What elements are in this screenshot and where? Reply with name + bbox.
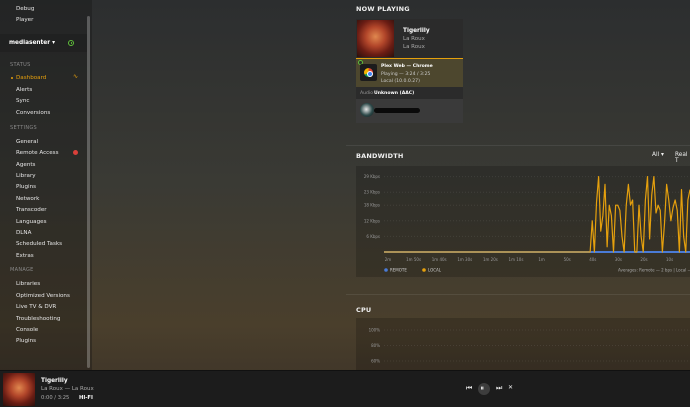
sidebar-item-player[interactable]: Player xyxy=(16,17,33,23)
sidebar-item-alerts[interactable]: Alerts xyxy=(16,87,32,93)
status-heading: STATUS xyxy=(10,62,31,68)
x-tick-label: 50s xyxy=(564,257,571,262)
cpu-divider xyxy=(346,294,690,295)
x-tick-label: 1m 20s xyxy=(483,257,498,262)
now-playing-heading: NOW PLAYING xyxy=(356,5,410,13)
audio-value: Unknown (AAC) xyxy=(374,90,415,96)
sidebar-item-dlna[interactable]: DLNA xyxy=(16,230,31,236)
sidebar-scrollbar[interactable] xyxy=(87,16,90,368)
sidebar-item-sync[interactable]: Sync xyxy=(16,98,29,104)
legend-marker-remote xyxy=(384,268,388,272)
x-tick-label: 1m 30s xyxy=(457,257,472,262)
x-tick-label: 1m 40s xyxy=(432,257,447,262)
x-tick-label: 1m 10s xyxy=(509,257,524,262)
now-playing-user xyxy=(356,99,463,123)
player-quality-badge: HI-FI xyxy=(79,395,93,401)
y-tick-label: 18 Kbps xyxy=(364,203,380,208)
bandwidth-filter-realtime[interactable]: Real T xyxy=(675,152,690,164)
x-tick-label: 40s xyxy=(589,257,596,262)
chrome-icon xyxy=(360,64,377,81)
cpu-heading: CPU xyxy=(356,306,372,314)
cpu-y-tick-label: 100% xyxy=(369,328,381,333)
sidebar-item-troubleshooting[interactable]: Troubleshooting xyxy=(16,316,60,322)
sidebar-item-debug[interactable]: Debug xyxy=(16,6,34,12)
sidebar-item-live-tv-dvr[interactable]: Live TV & DVR xyxy=(16,304,56,310)
now-playing-card[interactable]: Tigerlily La Roux La Roux Plex Web — Chr… xyxy=(356,19,463,123)
sidebar-item-optimized-versions[interactable]: Optimized Versions xyxy=(16,293,70,299)
legend-label-remote: REMOTE xyxy=(390,268,407,273)
player-bar: Tigerlily La Roux — La Roux 0:00 / 3:25 … xyxy=(0,370,690,407)
now-playing-album: La Roux xyxy=(403,44,425,50)
cpu-chart: 100% 80% 60% xyxy=(369,328,690,364)
bandwidth-heading: BANDWIDTH xyxy=(356,152,404,160)
sidebar: Debug Player mediasenter ▾ STATUS Dashbo… xyxy=(0,0,92,370)
sidebar-item-library[interactable]: Library xyxy=(16,173,36,179)
now-playing-artist: La Roux xyxy=(403,36,425,42)
redacted-username xyxy=(374,108,420,113)
sidebar-item-scheduled-tasks[interactable]: Scheduled Tasks xyxy=(16,241,62,247)
activity-icon: ∿ xyxy=(73,73,79,80)
x-tick-label: 2m xyxy=(385,257,392,262)
legend-marker-local xyxy=(422,268,426,272)
manage-heading: MANAGE xyxy=(10,267,34,273)
now-playing-media: Tigerlily La Roux La Roux xyxy=(356,19,463,58)
y-tick-label: 29 Kbps xyxy=(364,174,380,179)
y-tick-label: 12 Kbps xyxy=(364,218,380,223)
sidebar-item-conversions[interactable]: Conversions xyxy=(16,110,50,116)
sidebar-item-languages[interactable]: Languages xyxy=(16,219,47,225)
player-time: 0:00 / 3:25 xyxy=(41,395,70,401)
sidebar-item-extras[interactable]: Extras xyxy=(16,253,34,259)
sidebar-item-dashboard[interactable]: Dashboard xyxy=(11,75,46,81)
server-name: mediasenter ▾ xyxy=(9,40,56,46)
player-album-art[interactable] xyxy=(3,373,35,406)
audio-label: Audio xyxy=(360,90,374,96)
cpu-y-tick-label: 60% xyxy=(371,359,380,364)
pause-button[interactable]: ⏸ xyxy=(478,383,490,395)
cpu-chart-panel: 100% 80% 60% xyxy=(356,318,690,370)
sidebar-item-agents[interactable]: Agents xyxy=(16,162,35,168)
avatar xyxy=(360,103,374,117)
warning-icon xyxy=(73,150,78,155)
cpu-y-tick-label: 80% xyxy=(371,343,380,348)
sidebar-item-plugins[interactable]: Plugins xyxy=(16,184,36,190)
y-tick-label: 6 Kbps xyxy=(366,234,380,239)
settings-heading: SETTINGS xyxy=(10,125,38,131)
sidebar-item-transcoder[interactable]: Transcoder xyxy=(16,207,47,213)
bandwidth-chart-panel: 29 Kbps 23 Kbps 18 Kbps 12 Kbps 6 Kbps 2m 1m 5… xyxy=(356,166,690,277)
sidebar-item-console[interactable]: Console xyxy=(16,327,38,333)
next-icon[interactable]: ⏭ xyxy=(496,384,502,392)
sidebar-item-network[interactable]: Network xyxy=(16,196,39,202)
x-tick-label: 30s xyxy=(615,257,622,262)
bandwidth-filter-all[interactable]: All ▾ xyxy=(652,152,664,158)
series-line-local xyxy=(384,176,690,253)
sidebar-item-remote-access[interactable]: Remote Access xyxy=(16,150,59,156)
player-name: Plex Web — Chrome xyxy=(381,64,433,69)
bandwidth-chart: 29 Kbps 23 Kbps 18 Kbps 12 Kbps 6 Kbps 2m 1m 5… xyxy=(364,174,690,273)
x-tick-label: 1m 50s xyxy=(406,257,421,262)
legend-label-local: LOCAL xyxy=(428,268,442,273)
sidebar-item-manage-plugins[interactable]: Plugins xyxy=(16,338,36,344)
chart-summary: Averages: Remote — 2 bps | Local — 8 xyxy=(618,268,690,273)
previous-icon[interactable]: ⏮ xyxy=(466,384,472,392)
now-playing-player-info: Plex Web — Chrome Playing — 3:24 / 3:25 … xyxy=(356,58,463,87)
x-tick-label: 10s xyxy=(666,257,673,262)
player-track-title[interactable]: Tigerlily xyxy=(41,378,68,384)
x-tick-label: 20s xyxy=(640,257,647,262)
active-indicator-icon xyxy=(11,76,13,79)
now-playing-audio: Audio Unknown (AAC) xyxy=(356,87,463,99)
pause-icon: ⏸ xyxy=(480,384,485,392)
sidebar-item-general[interactable]: General xyxy=(16,139,38,145)
server-selector[interactable]: mediasenter ▾ xyxy=(0,34,87,52)
player-address: Local (10.0.0.27) xyxy=(381,79,420,84)
server-status-icon xyxy=(68,39,74,46)
now-playing-title: Tigerlily xyxy=(403,28,430,34)
sidebar-item-libraries[interactable]: Libraries xyxy=(16,281,40,287)
y-tick-label: 23 Kbps xyxy=(364,190,380,195)
player-track-artist[interactable]: La Roux — La Roux xyxy=(41,386,94,392)
x-tick-label: 1m xyxy=(538,257,545,262)
player-state: Playing — 3:24 / 3:25 xyxy=(381,72,431,77)
album-art xyxy=(357,20,394,57)
stop-icon[interactable]: ✕ xyxy=(508,384,513,392)
